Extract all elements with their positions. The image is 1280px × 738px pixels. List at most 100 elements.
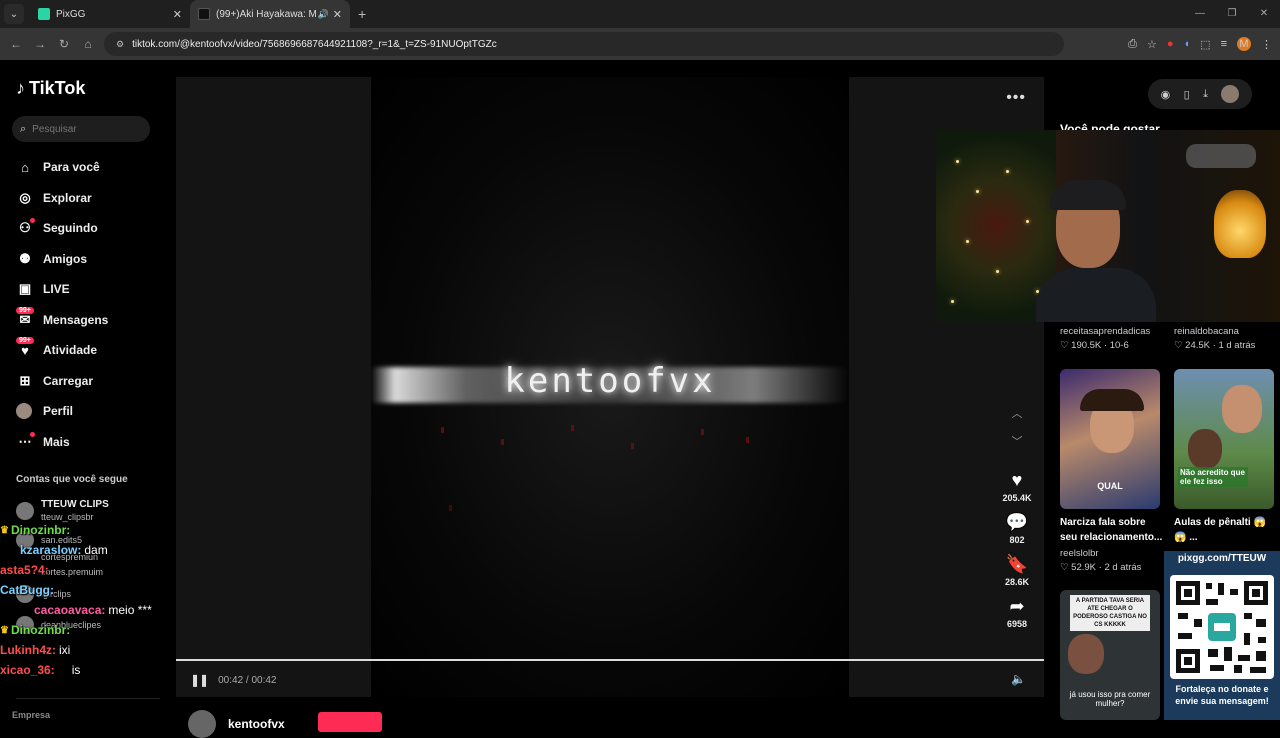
chevron-down-icon[interactable]: ﹀	[996, 433, 1038, 461]
nav-label: LIVE	[43, 282, 70, 297]
nav-para-voce[interactable]: ⌂ Para você	[16, 152, 108, 183]
nav-label: Amigos	[43, 251, 88, 266]
extension-record-icon[interactable]: ●	[1167, 38, 1174, 50]
search-input[interactable]	[32, 123, 133, 135]
browser-tab-tiktok[interactable]: (99+)Aki Hayakawa: Momen 🔊 ✕	[190, 0, 350, 28]
nav-seguindo[interactable]: ⚇ Seguindo	[16, 213, 108, 244]
close-tab-icon[interactable]: ✕	[173, 8, 182, 21]
reco-meta[interactable]: reelslolbr ♡ 52.9K · 2 d atrás	[1060, 548, 1141, 573]
more-options-icon[interactable]: •••	[1006, 89, 1026, 107]
like-action[interactable]: ♥ 205.4K	[996, 469, 1038, 503]
site-info-icon[interactable]: ⚙	[116, 39, 124, 50]
tree-light	[996, 270, 999, 273]
restore-icon[interactable]: ❐	[1216, 0, 1248, 28]
forward-icon[interactable]: →	[28, 37, 52, 51]
reco-stats: ♡ 52.9K · 2 d atrás	[1060, 562, 1142, 573]
share-action[interactable]: ➦ 6958	[996, 595, 1038, 629]
bookmark-count: 28.6K	[1004, 577, 1030, 587]
background-car	[1186, 144, 1256, 168]
chat-user: xicao_36:	[0, 663, 55, 677]
user-avatar[interactable]	[1221, 85, 1240, 103]
chat-text: meio ***	[108, 603, 152, 617]
reco-date: 10-6	[1109, 340, 1129, 351]
red-speck	[441, 427, 444, 433]
speaker-icon[interactable]: 🔊	[318, 9, 329, 20]
nav-live[interactable]: ▣ LIVE	[16, 274, 108, 305]
address-bar[interactable]: ⚙ tiktok.com/@kentoofvx/video/7568696687…	[104, 32, 1064, 56]
bookmark-action[interactable]: 🔖 28.6K	[996, 553, 1038, 587]
progress-bar[interactable]	[176, 659, 1044, 661]
thumb-subcaption: já usou isso pra comer mulher?	[1069, 690, 1151, 708]
chat-user: kzaraslow:	[20, 543, 82, 557]
reco-likes: 24.5K	[1185, 340, 1210, 351]
creator-info[interactable]: kentoofvx	[188, 710, 285, 738]
nav-label: Mais	[43, 434, 70, 449]
install-app-icon[interactable]: ⎙	[1128, 38, 1137, 51]
tab-search-chevron-icon[interactable]: ⌄	[4, 4, 24, 24]
footer-section-empresa[interactable]: Empresa	[12, 710, 50, 720]
new-tab-icon[interactable]: +	[358, 6, 366, 22]
nav-mais[interactable]: ⋯ Mais	[16, 427, 108, 458]
nav-perfil[interactable]: Perfil	[16, 396, 108, 427]
back-icon[interactable]: ←	[4, 37, 28, 51]
search-box[interactable]: ⌕	[12, 116, 150, 142]
tree-light	[976, 190, 979, 193]
nav-mensagens[interactable]: ✉ 99+ Mensagens	[16, 305, 108, 336]
reco-meta[interactable]: receitasaprendadicas ♡ 190.5K · 10-6	[1060, 326, 1150, 351]
creator-avatar[interactable]	[188, 710, 216, 738]
extension-audio-icon[interactable]: ◖	[1184, 38, 1191, 50]
reco-title[interactable]: Narciza fala sobre seu relacionamento...	[1060, 515, 1164, 545]
chevron-up-icon[interactable]: ︿	[996, 405, 1038, 433]
background-lamp	[1214, 190, 1266, 258]
volume-icon[interactable]: 🔈	[1011, 672, 1026, 686]
video-time: 00:42 / 00:42	[218, 674, 277, 686]
chat-user: Dinozinbr:	[10, 523, 71, 537]
action-bar: ︿ ﹀ ♥ 205.4K 💬 802 🔖 28.6K ➦ 6958	[996, 405, 1038, 629]
reco-thumbnail[interactable]: QUAL	[1060, 369, 1160, 509]
nav-explorar[interactable]: ◎ Explorar	[16, 183, 108, 214]
download-icon[interactable]: ⤓	[1203, 88, 1208, 101]
video-player[interactable]: kentoofvx ••• ❚❚ 00:42 / 00:42 🔈	[176, 77, 1044, 697]
following-section-title: Contas que você segue	[16, 474, 128, 485]
follow-button[interactable]	[318, 712, 382, 732]
reco-meta[interactable]: reinaldobacana ♡ 24.5K · 1 d atrás	[1174, 326, 1255, 351]
creator-name[interactable]: kentoofvx	[228, 717, 285, 731]
coin-icon[interactable]: ◉	[1161, 88, 1171, 101]
media-control-icon[interactable]: ≡	[1221, 38, 1227, 50]
reco-account: reelslolbr	[1060, 548, 1099, 559]
video-frame[interactable]: kentoofvx	[371, 77, 849, 697]
top-right-actions: ◉ ▯ ⤓	[1148, 79, 1252, 109]
browser-tab-strip: ⌄ PixGG ✕ (99+)Aki Hayakawa: Momen 🔊 ✕ +…	[0, 0, 1280, 28]
minimize-icon[interactable]: —	[1184, 0, 1216, 28]
nav-label: Para você	[43, 160, 100, 175]
extensions-puzzle-icon[interactable]: ⬚	[1200, 38, 1210, 51]
nav-label: Perfil	[43, 404, 74, 419]
browser-menu-icon[interactable]: ⋮	[1261, 38, 1272, 51]
comment-action[interactable]: 💬 802	[996, 511, 1038, 545]
reload-icon[interactable]: ↻	[52, 37, 76, 51]
reco-account: reinaldobacana	[1174, 326, 1239, 337]
nav-atividade[interactable]: ♥ 99+ Atividade	[16, 335, 108, 366]
chat-message: ♛ Dinozinbr:	[0, 620, 170, 640]
bookmark-star-icon[interactable]: ☆	[1147, 38, 1157, 51]
pause-icon[interactable]: ❚❚	[190, 673, 209, 687]
home-page-icon[interactable]: ⌂	[76, 37, 100, 51]
reco-title[interactable]: Aulas de pênalti 😱 😱 ...	[1174, 515, 1278, 545]
reco-thumbnail[interactable]: Não acredito que ele fez isso	[1174, 369, 1274, 509]
close-window-icon[interactable]: ✕	[1248, 0, 1280, 28]
notification-dot	[30, 218, 35, 223]
browser-tab-pixgg[interactable]: PixGG ✕	[30, 0, 190, 28]
red-speck	[746, 437, 749, 443]
chat-message: cacaoavaca: meio ***	[0, 600, 170, 620]
close-tab-icon[interactable]: ✕	[333, 8, 342, 21]
nav-carregar[interactable]: ⊞ Carregar	[16, 366, 108, 397]
profile-avatar-icon[interactable]: M	[1237, 37, 1251, 51]
nav-amigos[interactable]: ⚉ Amigos	[16, 244, 108, 275]
profile-icon	[16, 403, 32, 420]
reco-stats: ♡ 24.5K · 1 d atrás	[1174, 340, 1256, 351]
donation-footer: Fortaleça no donate e envie sua mensagem…	[1175, 684, 1269, 706]
reco-account: receitasaprendadicas	[1060, 326, 1151, 337]
reco-thumbnail[interactable]: A PARTIDA TAVA SERIA ATE CHEGAR O PODERO…	[1060, 590, 1160, 720]
tiktok-logo[interactable]: ♪ TikTok	[16, 78, 85, 99]
phone-icon[interactable]: ▯	[1184, 88, 1190, 101]
